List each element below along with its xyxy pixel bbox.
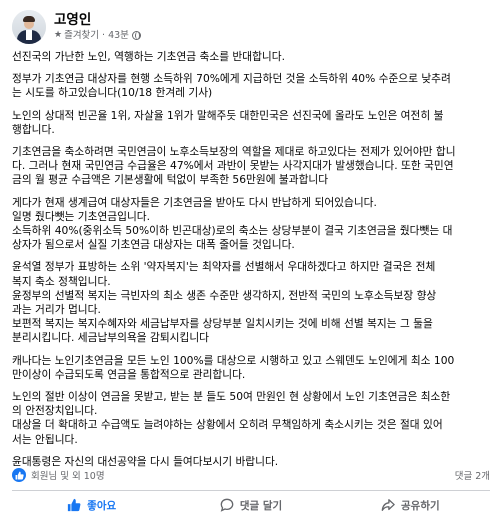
post-actions: 좋아요 댓글 달기 공유하기 bbox=[12, 492, 490, 518]
post-body: 선진국의 가난한 노인, 역행하는 기초연금 축소를 반대합니다. 정부가 기초연… bbox=[12, 50, 490, 477]
post-text-line: 보편적 복지는 복지수혜자와 세금납부자를 상당부분 일치시키는 것에 비해 선… bbox=[12, 317, 433, 331]
post-text-line: 기초연금을 축소하려면 국민연금이 노후소득보장의 역할을 제대로 하고있다는 … bbox=[12, 145, 456, 159]
post-time[interactable]: 43분 bbox=[108, 29, 129, 42]
post-subline: ★ 즐겨찾기 · 43분 bbox=[54, 29, 141, 42]
facebook-post: 고영인 ★ 즐겨찾기 · 43분 선진국의 가난한 노인, 역행하는 기초연금 … bbox=[0, 0, 500, 521]
comments-count[interactable]: 댓글 2개 bbox=[455, 468, 490, 482]
post-text-line: 캐나다는 노인기초연금을 모든 노인 100%를 대상으로 시행하고 있고 스웨… bbox=[12, 353, 455, 367]
post-text-line: 소득하위 40%(중위소득 50%이하 빈곤대상)로의 축소는 상당부분이 결국… bbox=[12, 224, 453, 238]
reactions-count: 회원님 및 외 10명 bbox=[31, 471, 105, 482]
post-paragraph: 게다가 현재 생계급여 대상자들은 기초연금을 받아도 다시 반납하게 되어있습… bbox=[12, 196, 490, 253]
post-meta: 고영인 ★ 즐겨찾기 · 43분 bbox=[54, 12, 141, 42]
post-text-line: 노인의 상대적 빈곤율 1위, 자살율 1위가 말해주듯 대한민국은 선진국에 … bbox=[12, 108, 444, 122]
like-button[interactable]: 좋아요 bbox=[12, 492, 171, 518]
comment-button[interactable]: 댓글 달기 bbox=[171, 492, 330, 518]
post-paragraph: 기초연금을 축소하려면 국민연금이 노후소득보장의 역할을 제대로 하고있다는 … bbox=[12, 145, 490, 188]
post-text-line: 복지 축소 정책입니다. bbox=[12, 274, 111, 288]
thumbs-up-icon bbox=[68, 498, 81, 512]
post-text-line: 게다가 현재 생계급여 대상자들은 기초연금을 받아도 다시 반납하게 되어있습… bbox=[12, 195, 377, 209]
author-name[interactable]: 고영인 bbox=[54, 12, 141, 28]
post-paragraph: 선진국의 가난한 노인, 역행하는 기초연금 축소를 반대합니다. bbox=[12, 50, 490, 64]
share-button[interactable]: 공유하기 bbox=[331, 492, 490, 518]
post-paragraph: 노인의 절반 이상이 연금을 못받고, 받는 분 들도 50여 만원인 현 상황… bbox=[12, 390, 490, 447]
post-paragraph: 정부가 기초연금 대상자를 현행 소득하위 70%에게 지급하던 것을 소득하위… bbox=[12, 72, 490, 100]
share-label: 공유하기 bbox=[401, 499, 440, 512]
post-paragraph: 노인의 상대적 빈곤율 1위, 자살율 1위가 말해주듯 대한민국은 선진국에 … bbox=[12, 109, 490, 137]
comment-icon bbox=[220, 498, 234, 512]
post-text-line: 다. 그러나 현재 국민연금 수급율은 47%에서 과반이 못받는 사각지대가 … bbox=[12, 159, 454, 173]
actions-divider bbox=[12, 490, 490, 491]
globe-icon bbox=[131, 31, 141, 40]
share-icon bbox=[381, 499, 395, 511]
post-text-line: 상자가 됨으로서 실질 기초연금 대상자는 대폭 줄어들 것입니다. bbox=[12, 238, 295, 252]
post-text-line: 정부가 기초연금 대상자를 현행 소득하위 70%에게 지급하던 것을 소득하위… bbox=[12, 72, 451, 86]
post-stats: 회원님 및 외 10명 댓글 2개 bbox=[12, 466, 490, 484]
post-text-line: 과는 거리가 멉니다. bbox=[12, 303, 101, 317]
comment-label: 댓글 달기 bbox=[239, 499, 283, 512]
post-text-line: 노인의 절반 이상이 연금을 못받고, 받는 분 들도 50여 만원인 현 상황… bbox=[12, 390, 451, 404]
like-label: 좋아요 bbox=[87, 499, 117, 512]
post-text-line: 윤정부의 선별적 복지는 극빈자의 최소 생존 수준만 생각하지, 전반적 국민… bbox=[12, 288, 437, 302]
post-text-line: 서는 안됩니다. bbox=[12, 432, 78, 446]
avatar[interactable] bbox=[12, 10, 46, 44]
post-text-line: 의 안전장치입니다. bbox=[12, 404, 98, 418]
star-icon: ★ bbox=[54, 30, 63, 40]
favorite-label: 즐겨찾기 bbox=[64, 30, 100, 41]
reactions-summary[interactable]: 회원님 및 외 10명 bbox=[12, 468, 105, 482]
post-text-line: 는 시도를 하고있습니다(10/18 한겨레 기사) bbox=[12, 86, 213, 100]
post-text-line: 금의 월 평균 수급액은 기본생활에 턱없이 부족한 56만원에 불과합니다 bbox=[12, 173, 329, 187]
post-text-line: 일명 줬다뺏는 기초연금입니다. bbox=[12, 209, 151, 223]
post-text-line: 분리시킵니다. 세금납부의욕을 감퇴시킵니다 bbox=[12, 331, 210, 345]
post-text-line: 선진국의 가난한 노인, 역행하는 기초연금 축소를 반대합니다. bbox=[12, 50, 285, 63]
separator-dot: · bbox=[102, 30, 106, 41]
like-reaction-icon bbox=[12, 468, 26, 482]
post-text-line: 만이상이 수급되도록 연금을 통합적으로 관리합니다. bbox=[12, 367, 246, 381]
post-text-line: 행합니다. bbox=[12, 122, 55, 136]
post-text-line: 대상을 더 확대하고 수급액도 늘려야하는 상황에서 오히려 무책임하게 축소시… bbox=[12, 418, 443, 432]
post-paragraph: 윤석열 정부가 표방하는 소위 '약자복지'는 최약자를 선별해서 우대하겠다고… bbox=[12, 260, 490, 345]
post-text-line: 윤석열 정부가 표방하는 소위 '약자복지'는 최약자를 선별해서 우대하겠다고… bbox=[12, 260, 436, 274]
post-header: 고영인 ★ 즐겨찾기 · 43분 bbox=[12, 10, 141, 44]
post-paragraph: 캐나다는 노인기초연금을 모든 노인 100%를 대상으로 시행하고 있고 스웨… bbox=[12, 354, 490, 382]
